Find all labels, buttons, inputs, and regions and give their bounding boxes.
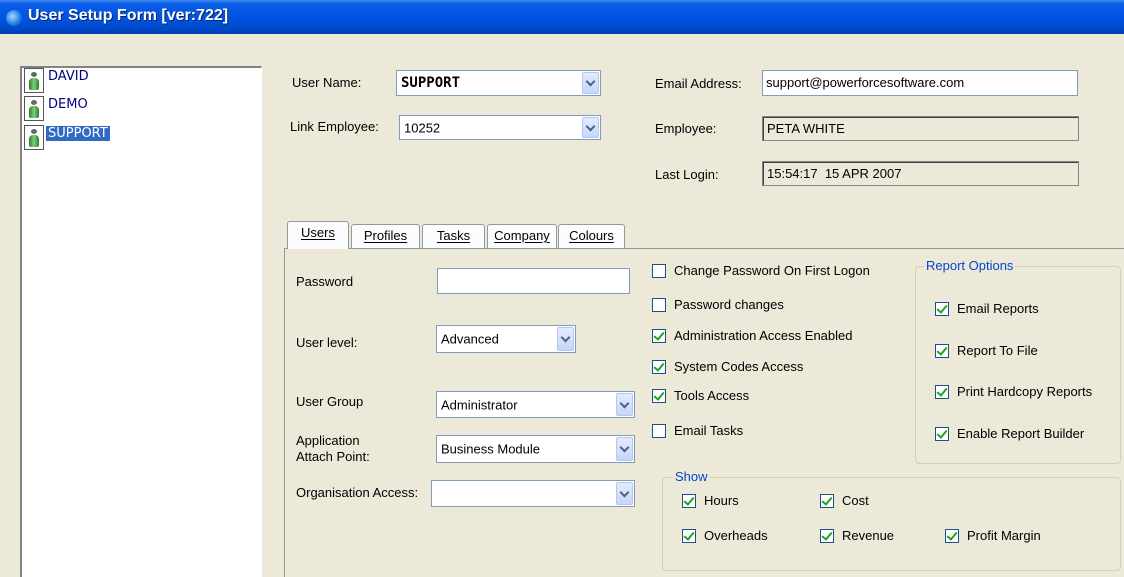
checkbox-label: Email Tasks: [674, 423, 744, 438]
user-icon: [24, 96, 44, 121]
chevron-down-icon[interactable]: [616, 482, 633, 505]
email-label: Email Address:: [655, 76, 742, 91]
title-bar[interactable]: User Setup Form [ver:722]: [0, 0, 1124, 34]
tab-tasks[interactable]: Tasks: [422, 224, 485, 248]
checkbox-label: Cost: [842, 493, 869, 508]
attach-point-combo[interactable]: Business Module: [436, 435, 635, 463]
tab-company[interactable]: Company: [487, 224, 557, 248]
checkbox-box[interactable]: [935, 427, 949, 441]
chevron-down-icon[interactable]: [557, 327, 574, 351]
last-login-field: 15:54:17 15 APR 2007: [762, 161, 1079, 186]
checkbox-label: Enable Report Builder: [957, 426, 1085, 441]
user-group-label: User Group: [296, 394, 364, 409]
checkbox-box[interactable]: [652, 264, 666, 278]
tab-label: Users: [301, 225, 335, 240]
password-field[interactable]: [437, 268, 630, 294]
user-list-item-label: DAVID: [48, 69, 89, 84]
checkbox-label: Overheads: [704, 528, 768, 543]
attach-point-label-line2: Attach Point:: [296, 449, 370, 464]
link-employee-label: Link Employee:: [290, 119, 379, 134]
app-icon: [6, 10, 22, 26]
checkbox-label: Tools Access: [674, 388, 750, 403]
checkbox-box[interactable]: [820, 529, 834, 543]
checkbox-label: Print Hardcopy Reports: [957, 384, 1093, 399]
org-access-combo[interactable]: [431, 480, 635, 507]
user-list[interactable]: DAVID DEMO SUPPORT: [20, 66, 262, 577]
tab-label: Tasks: [436, 228, 471, 243]
user-list-item-label: DEMO: [48, 97, 88, 112]
link-employee-combo[interactable]: 10252: [399, 115, 601, 140]
attach-point-value: Business Module: [441, 441, 540, 457]
checkbox-box[interactable]: [935, 344, 949, 358]
link-employee-value: 10252: [404, 120, 441, 135]
last-login-label: Last Login:: [655, 167, 719, 182]
checkbox-box[interactable]: [935, 302, 949, 316]
show-title: Show: [673, 469, 710, 484]
checkbox-box[interactable]: [682, 494, 696, 508]
checkbox-box[interactable]: [820, 494, 834, 508]
checkbox-label: Hours: [704, 493, 739, 508]
checkbox-label: System Codes Access: [674, 359, 804, 374]
user-level-value: Advanced: [441, 331, 499, 347]
chevron-down-icon[interactable]: [582, 117, 599, 138]
tab-label: Company: [494, 228, 550, 243]
user-name-combo[interactable]: SUPPORT: [396, 70, 601, 96]
show-group: Show: [662, 469, 1121, 571]
checkbox-box[interactable]: [652, 389, 666, 403]
checkbox-label: Report To File: [957, 343, 1038, 358]
window-title: User Setup Form [ver:722]: [28, 7, 229, 24]
user-level-combo[interactable]: Advanced: [436, 325, 576, 353]
chevron-down-icon[interactable]: [582, 72, 599, 94]
checkbox-box[interactable]: [945, 529, 959, 543]
user-name-value: SUPPORT: [401, 75, 461, 91]
user-icon: [24, 68, 44, 93]
user-level-label: User level:: [296, 335, 358, 350]
user-name-label: User Name:: [292, 75, 362, 90]
tab-label: Colours: [569, 228, 614, 243]
checkbox-box[interactable]: [682, 529, 696, 543]
checkbox-label: Change Password On First Logon: [674, 263, 870, 278]
checkbox-box[interactable]: [652, 298, 666, 312]
checkbox-label: Revenue: [842, 528, 895, 543]
report-options-title: Report Options: [924, 258, 1016, 273]
org-access-label: Organisation Access:: [296, 485, 419, 500]
user-list-item-label: SUPPORT: [46, 126, 110, 141]
user-group-value: Administrator: [441, 397, 518, 412]
employee-label: Employee:: [655, 121, 717, 136]
chevron-down-icon[interactable]: [616, 437, 633, 461]
user-icon: [24, 125, 44, 150]
checkbox-box[interactable]: [652, 329, 666, 343]
employee-value: PETA WHITE: [767, 121, 845, 136]
last-login-value: 15:54:17 15 APR 2007: [767, 166, 902, 181]
checkbox-label: Profit Margin: [967, 528, 1041, 543]
attach-point-label-line1: Application: [296, 433, 360, 448]
tab-label: Profiles: [363, 228, 408, 243]
checkbox-label: Email Reports: [957, 301, 1039, 316]
employee-field: PETA WHITE: [762, 116, 1079, 141]
tab-colours[interactable]: Colours: [558, 224, 625, 248]
user-group-combo[interactable]: Administrator: [436, 391, 635, 418]
password-label: Password: [296, 274, 354, 289]
tab-profiles[interactable]: Profiles: [351, 224, 420, 248]
tab-users[interactable]: Users: [287, 221, 349, 249]
chevron-down-icon[interactable]: [616, 393, 633, 416]
checkbox-label: Administration Access Enabled: [674, 328, 853, 343]
checkbox-box[interactable]: [652, 360, 666, 374]
checkbox-label: Password changes: [674, 297, 784, 312]
email-field[interactable]: support@powerforcesoftware.com: [762, 70, 1078, 96]
email-value: support@powerforcesoftware.com: [766, 75, 965, 90]
checkbox-box[interactable]: [935, 385, 949, 399]
checkbox-box[interactable]: [652, 424, 666, 438]
